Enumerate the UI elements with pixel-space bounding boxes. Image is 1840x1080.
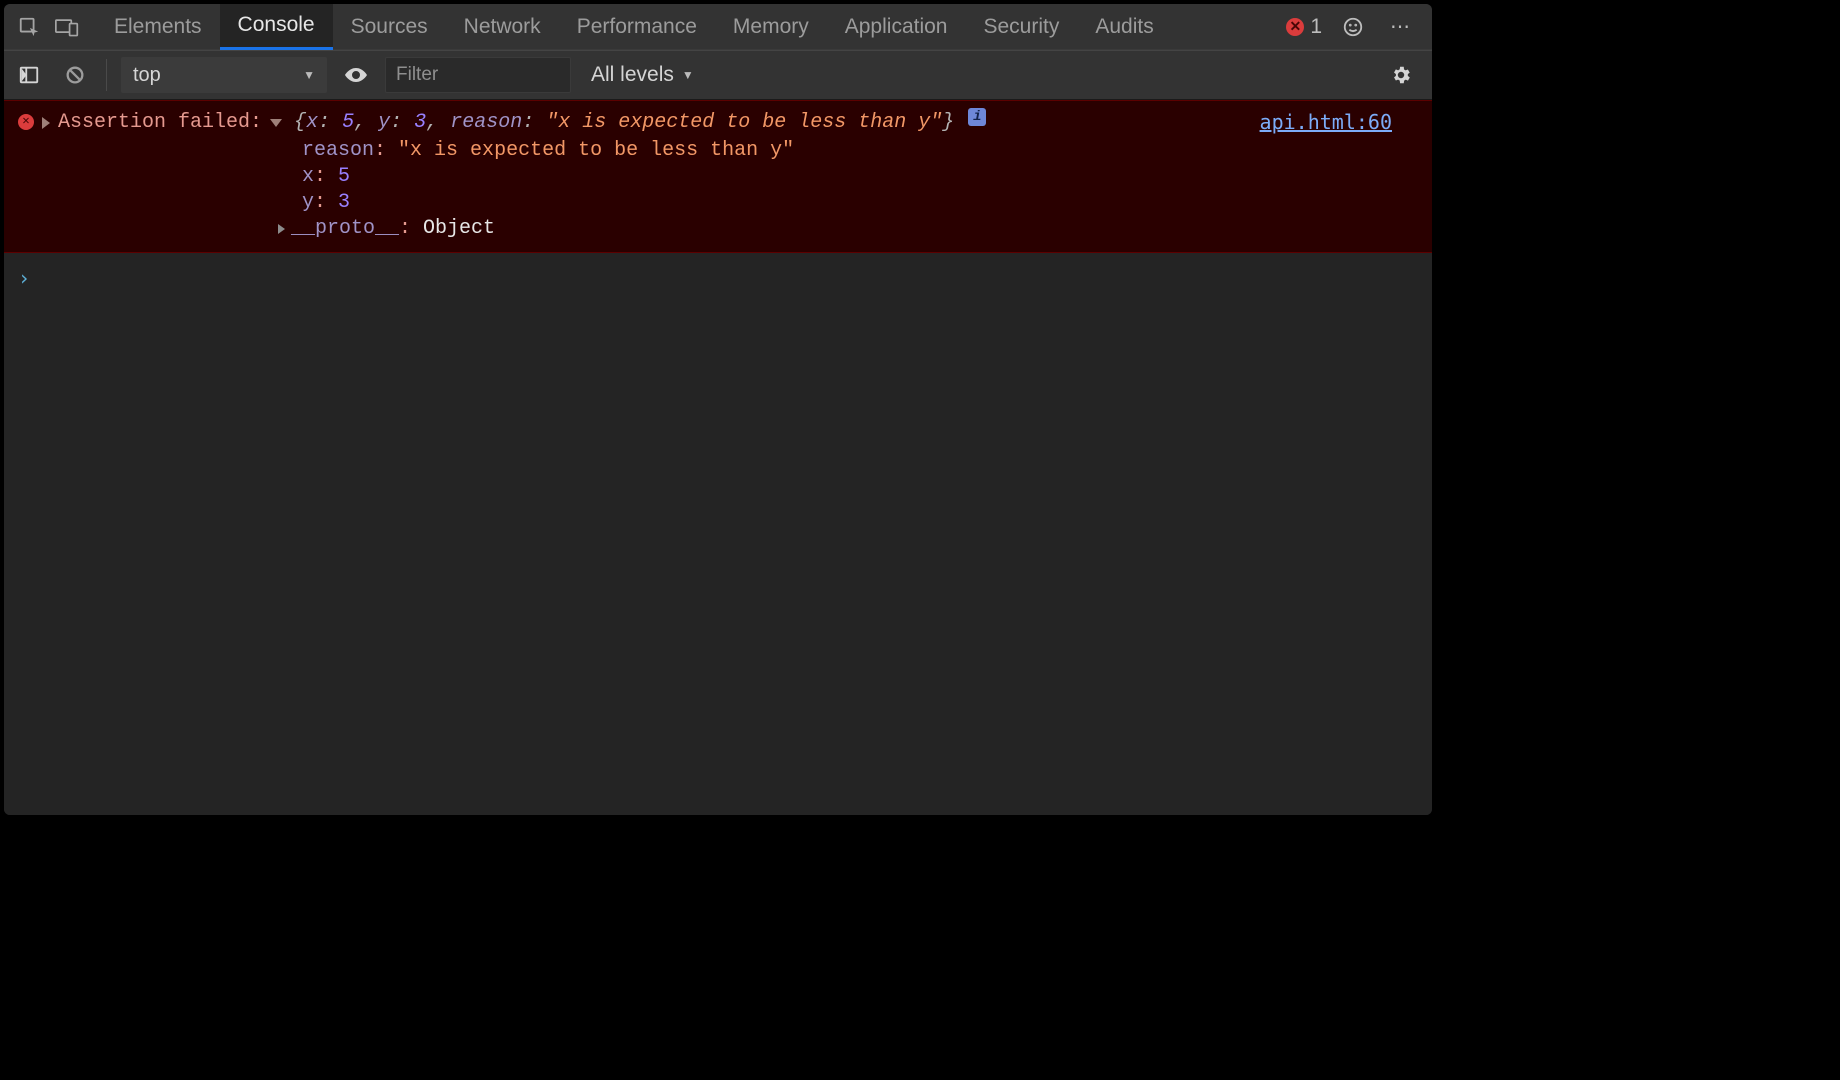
tab-performance[interactable]: Performance: [559, 4, 715, 50]
tab-label: Application: [845, 15, 948, 39]
tab-label: Memory: [733, 15, 809, 39]
tab-label: Elements: [114, 15, 202, 39]
more-menu-icon[interactable]: ⋯: [1384, 10, 1418, 44]
console-toolbar: top ▼ All levels ▼: [4, 50, 1432, 100]
filter-input[interactable]: [385, 57, 571, 93]
tab-label: Network: [464, 15, 541, 39]
clear-console-icon[interactable]: [58, 58, 92, 92]
expand-proto-icon[interactable]: [278, 224, 285, 234]
console-input-area[interactable]: ›: [4, 253, 1432, 815]
error-counter[interactable]: ✕ 1: [1286, 14, 1322, 40]
tab-audits[interactable]: Audits: [1077, 4, 1171, 50]
log-levels-label: All levels: [591, 63, 674, 87]
object-property-row[interactable]: x: 5: [278, 164, 1414, 190]
smiley-feedback-icon[interactable]: [1336, 10, 1370, 44]
object-expanded: reason: "x is expected to be less than y…: [278, 138, 1414, 242]
tab-sources[interactable]: Sources: [333, 4, 446, 50]
info-badge-icon[interactable]: i: [968, 108, 986, 126]
source-link[interactable]: api.html:60: [1260, 109, 1392, 135]
panel-tabs: Elements Console Sources Network Perform…: [96, 4, 1172, 50]
devtools-window: Elements Console Sources Network Perform…: [4, 4, 1432, 815]
inspect-element-icon[interactable]: [12, 10, 46, 44]
error-icon: ✕: [18, 114, 34, 130]
object-property-row[interactable]: reason: "x is expected to be less than y…: [278, 138, 1414, 164]
collapse-object-icon[interactable]: [270, 119, 282, 127]
execution-context-select[interactable]: top ▼: [121, 57, 327, 93]
console-error-message[interactable]: api.html:60 ✕ Assertion failed: {x: 5, y…: [4, 100, 1432, 253]
tab-label: Performance: [577, 15, 697, 39]
object-preview[interactable]: {x: 5, y: 3, reason: "x is expected to b…: [294, 110, 954, 136]
tab-application[interactable]: Application: [827, 4, 966, 50]
tab-console[interactable]: Console: [220, 4, 333, 50]
tab-security[interactable]: Security: [965, 4, 1077, 50]
console-output: api.html:60 ✕ Assertion failed: {x: 5, y…: [4, 100, 1432, 815]
devtools-tabbar: Elements Console Sources Network Perform…: [4, 4, 1432, 50]
tab-label: Security: [983, 15, 1059, 39]
object-property-row[interactable]: __proto__: Object: [278, 216, 1414, 242]
toggle-console-sidebar-icon[interactable]: [12, 58, 46, 92]
console-settings-gear-icon[interactable]: [1384, 58, 1418, 92]
live-expression-eye-icon[interactable]: [339, 58, 373, 92]
toolbar-divider: [106, 59, 107, 91]
execution-context-value: top: [133, 64, 161, 87]
chevron-down-icon: ▼: [682, 68, 694, 82]
expand-stack-icon[interactable]: [42, 117, 50, 129]
tab-label: Console: [238, 13, 315, 37]
tab-label: Sources: [351, 15, 428, 39]
tab-elements[interactable]: Elements: [96, 4, 220, 50]
tab-memory[interactable]: Memory: [715, 4, 827, 50]
chevron-down-icon: ▼: [303, 68, 315, 82]
error-count: 1: [1310, 15, 1322, 39]
log-levels-select[interactable]: All levels ▼: [583, 63, 702, 87]
error-dot-icon: ✕: [1286, 18, 1304, 36]
tabbar-right: ✕ 1 ⋯: [1286, 10, 1418, 44]
object-property-row[interactable]: y: 3: [278, 190, 1414, 216]
tab-label: Audits: [1095, 15, 1153, 39]
device-toolbar-icon[interactable]: [50, 10, 84, 44]
assertion-label: Assertion failed:: [58, 110, 262, 136]
tab-network[interactable]: Network: [446, 4, 559, 50]
prompt-chevron-icon: ›: [18, 266, 30, 290]
